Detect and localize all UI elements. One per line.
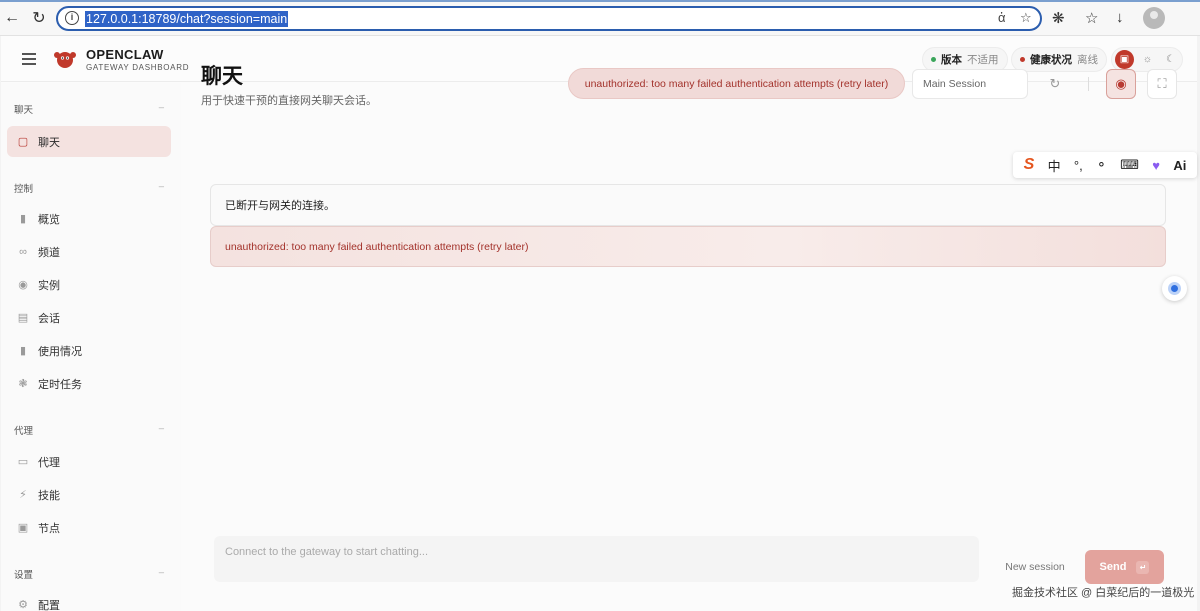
settings-icon: ⚙ [18,599,28,611]
sidebar-item-label: 频道 [38,246,60,259]
sidebar-item-channels[interactable]: ∞ 频道 [7,236,171,267]
extensions-icon[interactable]: ❋ [1052,9,1065,27]
sidebar-item-sessions[interactable]: ▤ 会话 [7,302,171,333]
new-session-button[interactable]: New session [993,550,1077,584]
message-square-icon: ▢ [17,136,29,148]
sidebar-item-label: 技能 [38,489,60,502]
favorites-icon[interactable]: ☆ [1085,9,1098,27]
section-header-control[interactable]: 控制 – [14,181,164,195]
sidebar-item-agents[interactable]: ▭ 代理 [7,446,171,477]
page-subtitle: 用于快速干预的直接网关聊天会话。 [201,95,377,107]
sidebar-item-instances[interactable]: ◉ 实例 [7,269,171,300]
section-header-chat[interactable]: 聊天 – [14,102,164,116]
microphone-icon[interactable]: ⚬ [1096,157,1107,173]
watermark: 掘金技术社区 @ 白菜纪后的一道极光 [1012,584,1195,600]
radio-icon: ◉ [18,279,28,291]
sidebar-item-label: 节点 [38,522,60,535]
health-value: 离线 [1077,54,1098,66]
brand-title: OPENCLAW [86,47,164,62]
ime-ai-button[interactable]: Ai [1173,158,1186,173]
version-value: 不适用 [967,54,999,66]
file-text-icon: ▤ [17,312,29,324]
status-dot-icon [931,57,936,62]
ime-toolbar: S 中 °, ⚬ ⌨ ♥ Ai [1013,152,1197,178]
send-label: Send [1099,561,1127,573]
sidebar: 聊天 – ▢ 聊天 控制 – ▮ 概览 ∞ 频道 ◉ 实例 ▤ 会话 ▮ 使用情况 [1,83,181,611]
browser-toolbar: ← ↻ i 127.0.0.1:18789/chat?session=main … [0,0,1200,36]
skin-icon[interactable]: ♥ [1152,158,1160,173]
focus-mode-icon[interactable]: ⛶ [1147,69,1177,99]
session-select[interactable]: Main Session [912,69,1028,99]
ime-lang-toggle[interactable]: 中 [1048,156,1061,175]
monitor-icon: ▣ [17,522,29,534]
bar-chart-icon: ▮ [19,345,27,357]
sun-icon[interactable]: ☼ [1138,50,1157,69]
brain-icon[interactable]: ◉ [1106,69,1136,99]
menu-icon[interactable] [22,53,36,65]
enter-key-icon: ↵ [1136,560,1150,574]
sidebar-item-label: 聊天 [38,136,60,149]
sidebar-item-chat[interactable]: ▢ 聊天 [7,126,171,157]
lobster-logo-icon [54,52,76,68]
downloads-icon[interactable]: ↓ [1116,9,1124,26]
sidebar-item-overview[interactable]: ▮ 概览 [7,203,171,234]
sidebar-item-label: 概览 [38,213,60,226]
chat-message-error: unauthorized: too many failed authentica… [210,226,1166,267]
profile-avatar[interactable] [1143,7,1165,29]
sidebar-item-nodes[interactable]: ▣ 节点 [7,512,171,543]
error-banner: unauthorized: too many failed authentica… [568,68,905,99]
sidebar-item-config[interactable]: ⚙ 配置 [7,589,171,611]
bar-chart-icon: ▮ [19,213,27,225]
health-label: 健康状况 [1030,54,1072,66]
version-label: 版本 [941,54,962,66]
sidebar-item-usage[interactable]: ▮ 使用情况 [7,335,171,366]
section-header-settings[interactable]: 设置 – [14,567,164,581]
chat-message-info: 已断开与网关的连接。 [210,184,1166,226]
brand-subtitle: GATEWAY DASHBOARD [86,63,190,72]
link-icon: ∞ [19,245,27,258]
refresh-icon[interactable]: ↻ [29,8,49,28]
sidebar-item-label: 实例 [38,279,60,292]
sidebar-item-skills[interactable]: ⚡ 技能 [7,479,171,510]
refresh-icon[interactable]: ↻ [1040,69,1070,99]
address-bar[interactable]: i 127.0.0.1:18789/chat?session=main ἀ ☆ [56,6,1042,31]
translate-icon[interactable]: ἀ [998,10,1006,25]
send-button[interactable]: Send ↵ [1085,550,1164,584]
sidebar-item-label: 配置 [38,599,60,611]
back-arrow-icon[interactable]: ← [2,8,22,28]
page-title: 聊天 [201,65,243,88]
loader-icon: ❃ [18,378,28,390]
sidebar-item-label: 代理 [38,456,60,469]
sidebar-item-label: 定时任务 [38,378,82,391]
url-text[interactable]: 127.0.0.1:18789/chat?session=main [85,11,289,27]
site-info-icon[interactable]: i [65,11,79,25]
monitor-theme-icon[interactable]: ▣ [1115,50,1134,69]
toolbar-divider [1088,77,1089,91]
moon-icon[interactable]: ☾ [1161,50,1180,69]
floating-assistant-icon[interactable] [1162,276,1187,301]
favorite-star-icon[interactable]: ☆ [1020,10,1032,26]
section-header-agents[interactable]: 代理 – [14,423,164,437]
sidebar-item-label: 使用情况 [38,345,82,358]
sidebar-item-label: 会话 [38,312,60,325]
punctuation-icon[interactable]: °, [1074,158,1083,173]
sogou-logo-icon[interactable]: S [1024,156,1035,174]
sidebar-item-cron[interactable]: ❃ 定时任务 [7,368,171,399]
folder-icon: ▭ [17,456,29,468]
keyboard-icon[interactable]: ⌨ [1120,157,1139,173]
chat-input[interactable]: Connect to the gateway to start chatting… [214,536,979,582]
dashboard-app: OPENCLAW GATEWAY DASHBOARD 版本 不适用 健康状况 离… [1,36,1197,611]
zap-icon: ⚡ [19,489,27,501]
status-dot-icon [1020,57,1025,62]
